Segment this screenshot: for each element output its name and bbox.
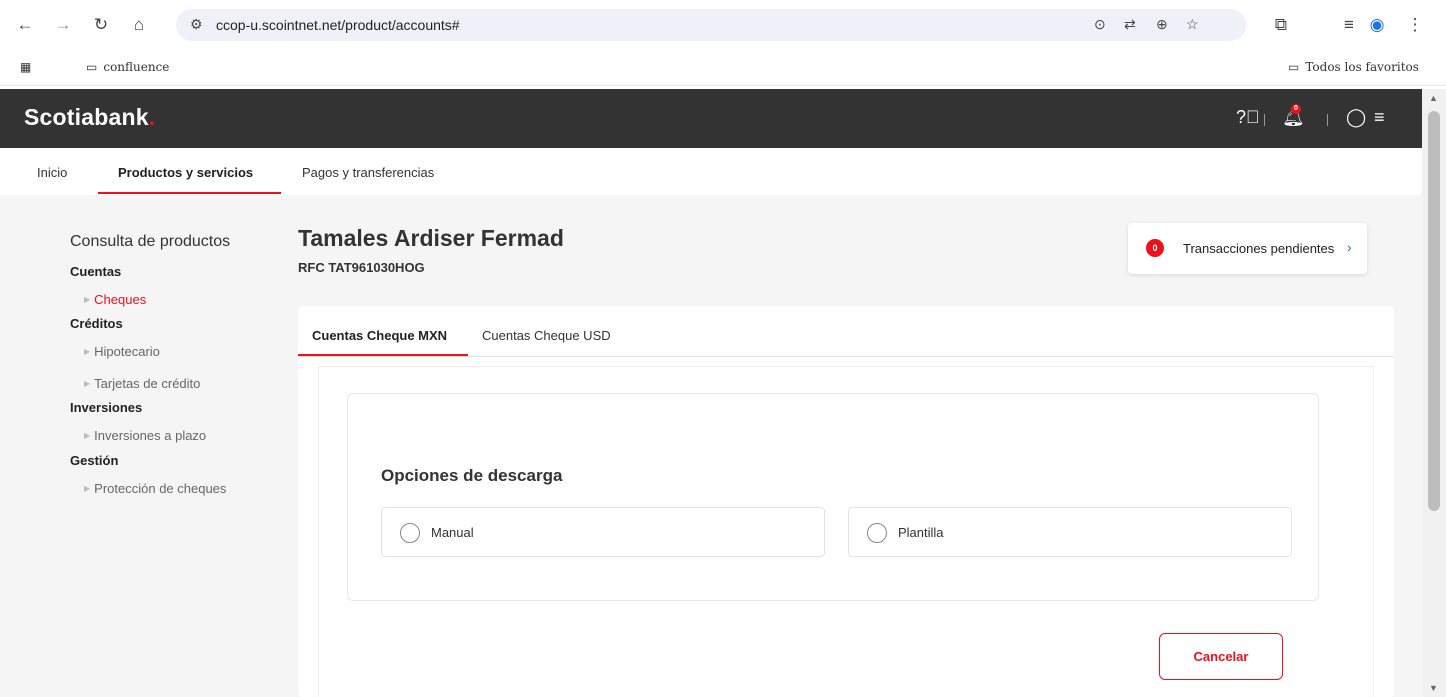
company-name: Tamales Ardiser Fermad (298, 225, 564, 251)
radio-plantilla[interactable] (867, 523, 887, 543)
pending-count-badge: 0 (1146, 239, 1164, 257)
active-nav-indicator (98, 192, 281, 194)
sidebar-item-cheques[interactable]: ▶ Cheques (84, 292, 146, 307)
bookmark-star-icon[interactable]: ☆ (1186, 16, 1199, 33)
user-account-icon[interactable]: ◯ (1346, 107, 1366, 128)
site-info-icon[interactable]: ⚙ (190, 16, 203, 33)
scrollbar-thumb[interactable] (1428, 111, 1440, 511)
profile-icon[interactable]: ◉ (1366, 14, 1388, 36)
sidebar-group-inversiones: Inversiones (70, 400, 143, 415)
folder-icon: ▭ (1288, 60, 1300, 74)
notification-badge: 0 (1291, 104, 1301, 114)
forward-icon[interactable]: → (52, 14, 74, 36)
pending-transactions-card[interactable]: 0 Transacciones pendientes › (1128, 223, 1367, 274)
bookmark-all-favorites[interactable]: ▭ Todos los favoritos (1288, 60, 1419, 74)
sidebar-group-cuentas: Cuentas (70, 264, 122, 279)
apps-grid-icon[interactable]: ▦ (20, 60, 31, 74)
option-manual[interactable]: Manual (381, 507, 825, 557)
sidebar-group-creditos: Créditos (70, 316, 123, 331)
address-bar[interactable]: ⚙ ccop-u.scointnet.net/product/accounts#… (176, 9, 1246, 41)
bullet-icon: ▶ (84, 295, 91, 304)
hamburger-menu-icon[interactable]: ≡ (1374, 107, 1385, 128)
main-navigation: Inicio Productos y servicios Pagos y tra… (0, 148, 1422, 195)
download-options-card: Opciones de descarga Manual Plantilla (347, 393, 1319, 601)
bookmarks-bar: ▦ ▭ confluence ▭ Todos los favoritos (0, 52, 1446, 86)
browser-toolbar: ← → ↻ ⌂ ⚙ ccop-u.scointnet.net/product/a… (0, 0, 1446, 52)
option-plantilla[interactable]: Plantilla (848, 507, 1292, 557)
scroll-down-icon[interactable]: ▼ (1429, 683, 1438, 693)
tabs-divider (298, 356, 1394, 357)
url-text[interactable]: ccop-u.scointnet.net/product/accounts# (216, 17, 460, 33)
notifications-bell-icon[interactable]: 🔔︎ 0 (1282, 104, 1305, 128)
folder-icon: ▭ (86, 60, 98, 74)
sidebar-title: Consulta de productos (70, 233, 231, 250)
tab-cuentas-cheque-usd[interactable]: Cuentas Cheque USD (482, 328, 611, 343)
scroll-up-icon[interactable]: ▲ (1429, 93, 1438, 103)
home-icon[interactable]: ⌂ (128, 14, 150, 36)
page-scrollbar[interactable]: ▲ ▼ (1422, 89, 1446, 697)
tab-content: Opciones de descarga Manual Plantilla Ca… (318, 366, 1374, 697)
bookmark-confluence[interactable]: ▭ confluence (86, 60, 169, 74)
reading-list-icon[interactable]: ≡ (1338, 14, 1360, 36)
sidebar-item-inversiones-a-plazo[interactable]: ▶ Inversiones a plazo (84, 428, 206, 443)
option-plantilla-label: Plantilla (898, 525, 944, 540)
reload-icon[interactable]: ↻ (90, 14, 112, 36)
app-header: Scotiabank. ?⃝ 🔔︎ 0 ◯ ≡ (0, 89, 1422, 148)
bullet-icon: ▶ (84, 431, 91, 440)
sidebar-item-hipotecario[interactable]: ▶ Hipotecario (84, 344, 160, 359)
bullet-icon: ▶ (84, 379, 91, 388)
bullet-icon: ▶ (84, 347, 91, 356)
tab-cuentas-cheque-mxn[interactable]: Cuentas Cheque MXN (312, 328, 447, 343)
menu-dots-icon[interactable]: ⋮ (1404, 14, 1426, 36)
translate-icon[interactable]: ⇄ (1124, 16, 1136, 33)
accounts-panel: Cuentas Cheque MXN Cuentas Cheque USD Op… (298, 306, 1394, 697)
company-rfc: RFC TAT961030HOG (298, 260, 425, 275)
chevron-right-icon: › (1347, 239, 1352, 255)
sidebar-group-gestion: Gestión (70, 453, 119, 468)
cancel-button[interactable]: Cancelar (1159, 633, 1283, 680)
bullet-icon: ▶ (84, 484, 91, 493)
download-options-title: Opciones de descarga (381, 466, 563, 485)
nav-inicio[interactable]: Inicio (37, 165, 67, 180)
sidebar-item-tarjetas-de-credito[interactable]: ▶ Tarjetas de crédito (84, 376, 200, 391)
pending-transactions-label: Transacciones pendientes (1183, 241, 1335, 256)
option-manual-label: Manual (431, 525, 474, 540)
scotiabank-logo[interactable]: Scotiabank. (24, 104, 155, 131)
extensions-icon[interactable]: ⧉ (1270, 14, 1292, 36)
nav-pagos-y-transferencias[interactable]: Pagos y transferencias (302, 165, 434, 180)
header-divider (1327, 114, 1328, 126)
back-icon[interactable]: ← (14, 14, 36, 36)
zoom-icon[interactable]: ⊕ (1156, 16, 1168, 33)
location-icon[interactable]: ⊙ (1094, 16, 1106, 33)
nav-productos-y-servicios[interactable]: Productos y servicios (118, 165, 253, 180)
help-icon[interactable]: ?⃝ (1236, 107, 1260, 128)
sidebar-item-proteccion-de-cheques[interactable]: ▶ Protección de cheques (84, 481, 226, 496)
header-divider (1264, 114, 1265, 126)
radio-manual[interactable] (400, 523, 420, 543)
